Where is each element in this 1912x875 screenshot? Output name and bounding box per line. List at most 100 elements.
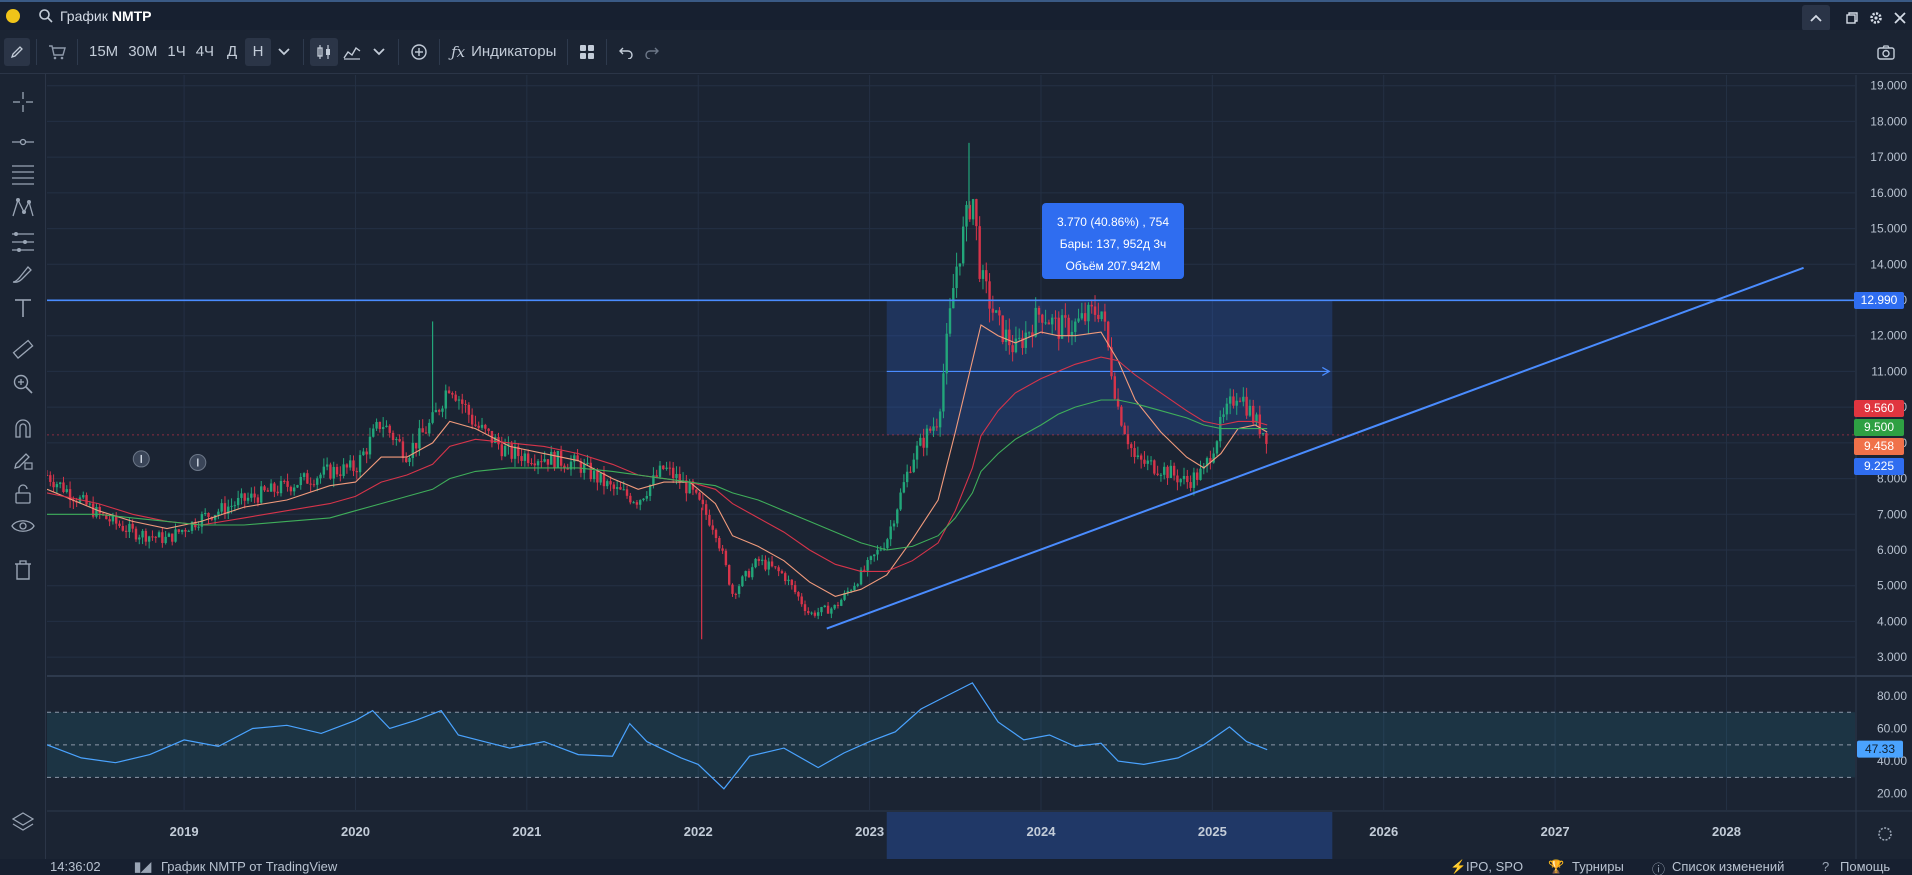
object-tree-tool[interactable] xyxy=(9,808,37,836)
timeframe-4h-button[interactable]: 4Ч xyxy=(191,38,219,66)
timeframe-day-button[interactable]: Д xyxy=(219,38,245,66)
time-tick-label: 2028 xyxy=(1712,824,1741,839)
candle-body xyxy=(876,549,879,555)
candle-body xyxy=(1027,332,1031,334)
trade-button[interactable] xyxy=(43,38,71,66)
candle-body xyxy=(487,428,490,431)
zoom-tool[interactable] xyxy=(9,370,37,398)
candle-body xyxy=(273,483,276,492)
candle-body xyxy=(1169,465,1173,478)
redo-icon xyxy=(645,47,660,59)
price-tick-label: 16.000 xyxy=(1870,186,1907,200)
candle-body xyxy=(283,480,286,482)
candle-body xyxy=(1100,311,1103,319)
candle-body xyxy=(902,482,906,493)
indicators-label: Индикаторы xyxy=(471,43,557,60)
magnet-tool[interactable] xyxy=(9,414,37,442)
candle-body xyxy=(372,428,375,437)
redo-button[interactable] xyxy=(639,38,665,66)
candle-body xyxy=(171,533,174,542)
candle-body xyxy=(866,560,869,571)
candle-body xyxy=(1238,400,1242,402)
timeframe-dropdown-button[interactable] xyxy=(271,38,297,66)
candle-body xyxy=(879,549,883,551)
visibility-tool[interactable] xyxy=(9,512,37,540)
candle-body xyxy=(830,608,833,614)
compare-button[interactable] xyxy=(405,38,433,66)
candle-body xyxy=(747,571,751,578)
chart-link[interactable]: График NMTP от TradingView xyxy=(161,859,337,874)
candle-body xyxy=(381,427,385,430)
candle-body xyxy=(955,266,958,289)
pattern-tool[interactable] xyxy=(9,194,37,222)
settings-button[interactable] xyxy=(1864,5,1888,31)
crosshair-tool[interactable] xyxy=(9,88,37,116)
rsi-tick-label: 20.00 xyxy=(1877,787,1907,801)
candles-style-button[interactable] xyxy=(310,37,339,66)
price-tick-label: 14.000 xyxy=(1870,257,1907,271)
candle-body xyxy=(358,455,362,473)
remove-drawings-tool[interactable] xyxy=(9,556,37,584)
candle-body xyxy=(662,465,665,469)
timeframe-30m-button[interactable]: 30М xyxy=(123,38,162,66)
candle-body xyxy=(596,470,599,483)
candle-body xyxy=(1143,459,1146,464)
candle-body xyxy=(975,199,978,227)
channel-tool[interactable] xyxy=(9,160,37,188)
layouts-button[interactable] xyxy=(574,38,600,66)
candle-body xyxy=(952,288,955,309)
horizontal-ray-tool[interactable] xyxy=(9,128,37,156)
ipo-link[interactable]: IPO, SPO xyxy=(1466,859,1523,874)
candle-body xyxy=(1067,317,1070,336)
timeframe-week-button[interactable]: Н xyxy=(245,37,272,66)
chevron-up-icon xyxy=(1810,14,1822,22)
text-tool[interactable] xyxy=(9,294,37,322)
undo-button[interactable] xyxy=(613,38,639,66)
brush-tool[interactable] xyxy=(9,260,37,288)
candle-body xyxy=(770,561,774,567)
draw-mode-button[interactable] xyxy=(4,37,30,66)
tournaments-link[interactable]: Турниры xyxy=(1572,859,1624,874)
ruler-tool[interactable] xyxy=(9,336,37,364)
candle-body xyxy=(708,514,711,526)
candle-body xyxy=(309,483,312,485)
restore-button[interactable] xyxy=(1840,5,1864,31)
candle-body xyxy=(243,493,246,501)
timeframe-1h-button[interactable]: 1Ч xyxy=(162,38,190,66)
measure-time-range xyxy=(886,812,1333,859)
undo-icon xyxy=(619,47,634,59)
chart-style-dropdown[interactable] xyxy=(366,38,392,66)
changelog-link[interactable]: Список изменений xyxy=(1672,859,1784,874)
candle-body xyxy=(994,310,998,313)
time-tick-label: 2021 xyxy=(512,824,541,839)
candle-body xyxy=(480,424,484,428)
area-style-button[interactable] xyxy=(338,38,366,66)
candle-body xyxy=(991,308,995,313)
collapse-button[interactable] xyxy=(1802,5,1830,31)
candle-body xyxy=(1077,318,1080,322)
search-icon[interactable] xyxy=(38,8,54,24)
candle-body xyxy=(833,604,836,609)
candle-body xyxy=(395,439,398,441)
close-button[interactable] xyxy=(1888,5,1912,31)
candle-body xyxy=(823,605,826,608)
candle-body xyxy=(892,523,896,527)
timeframe-15m-button[interactable]: 15М xyxy=(84,38,123,66)
candle-body xyxy=(820,607,823,613)
help-link[interactable]: Помощь xyxy=(1840,859,1890,874)
price-tick-label: 12.000 xyxy=(1870,329,1907,343)
candle-body xyxy=(573,455,576,462)
draw-stay-tool[interactable] xyxy=(9,446,37,474)
indicators-button[interactable]: ƒx Индикаторы xyxy=(446,38,561,66)
candle-body xyxy=(1054,317,1057,319)
lock-tool[interactable] xyxy=(9,480,37,508)
chart-area[interactable]: 19.00018.00017.00016.00015.00014.00013.0… xyxy=(47,75,1912,859)
toolbar-separator xyxy=(77,38,78,65)
candle-body xyxy=(362,451,365,456)
fibonacci-tool[interactable] xyxy=(9,228,37,256)
trash-icon xyxy=(15,560,31,580)
candle-body xyxy=(905,471,909,483)
screenshot-button[interactable] xyxy=(1872,38,1900,66)
candle-body xyxy=(1034,307,1037,337)
candle-body xyxy=(138,537,141,540)
